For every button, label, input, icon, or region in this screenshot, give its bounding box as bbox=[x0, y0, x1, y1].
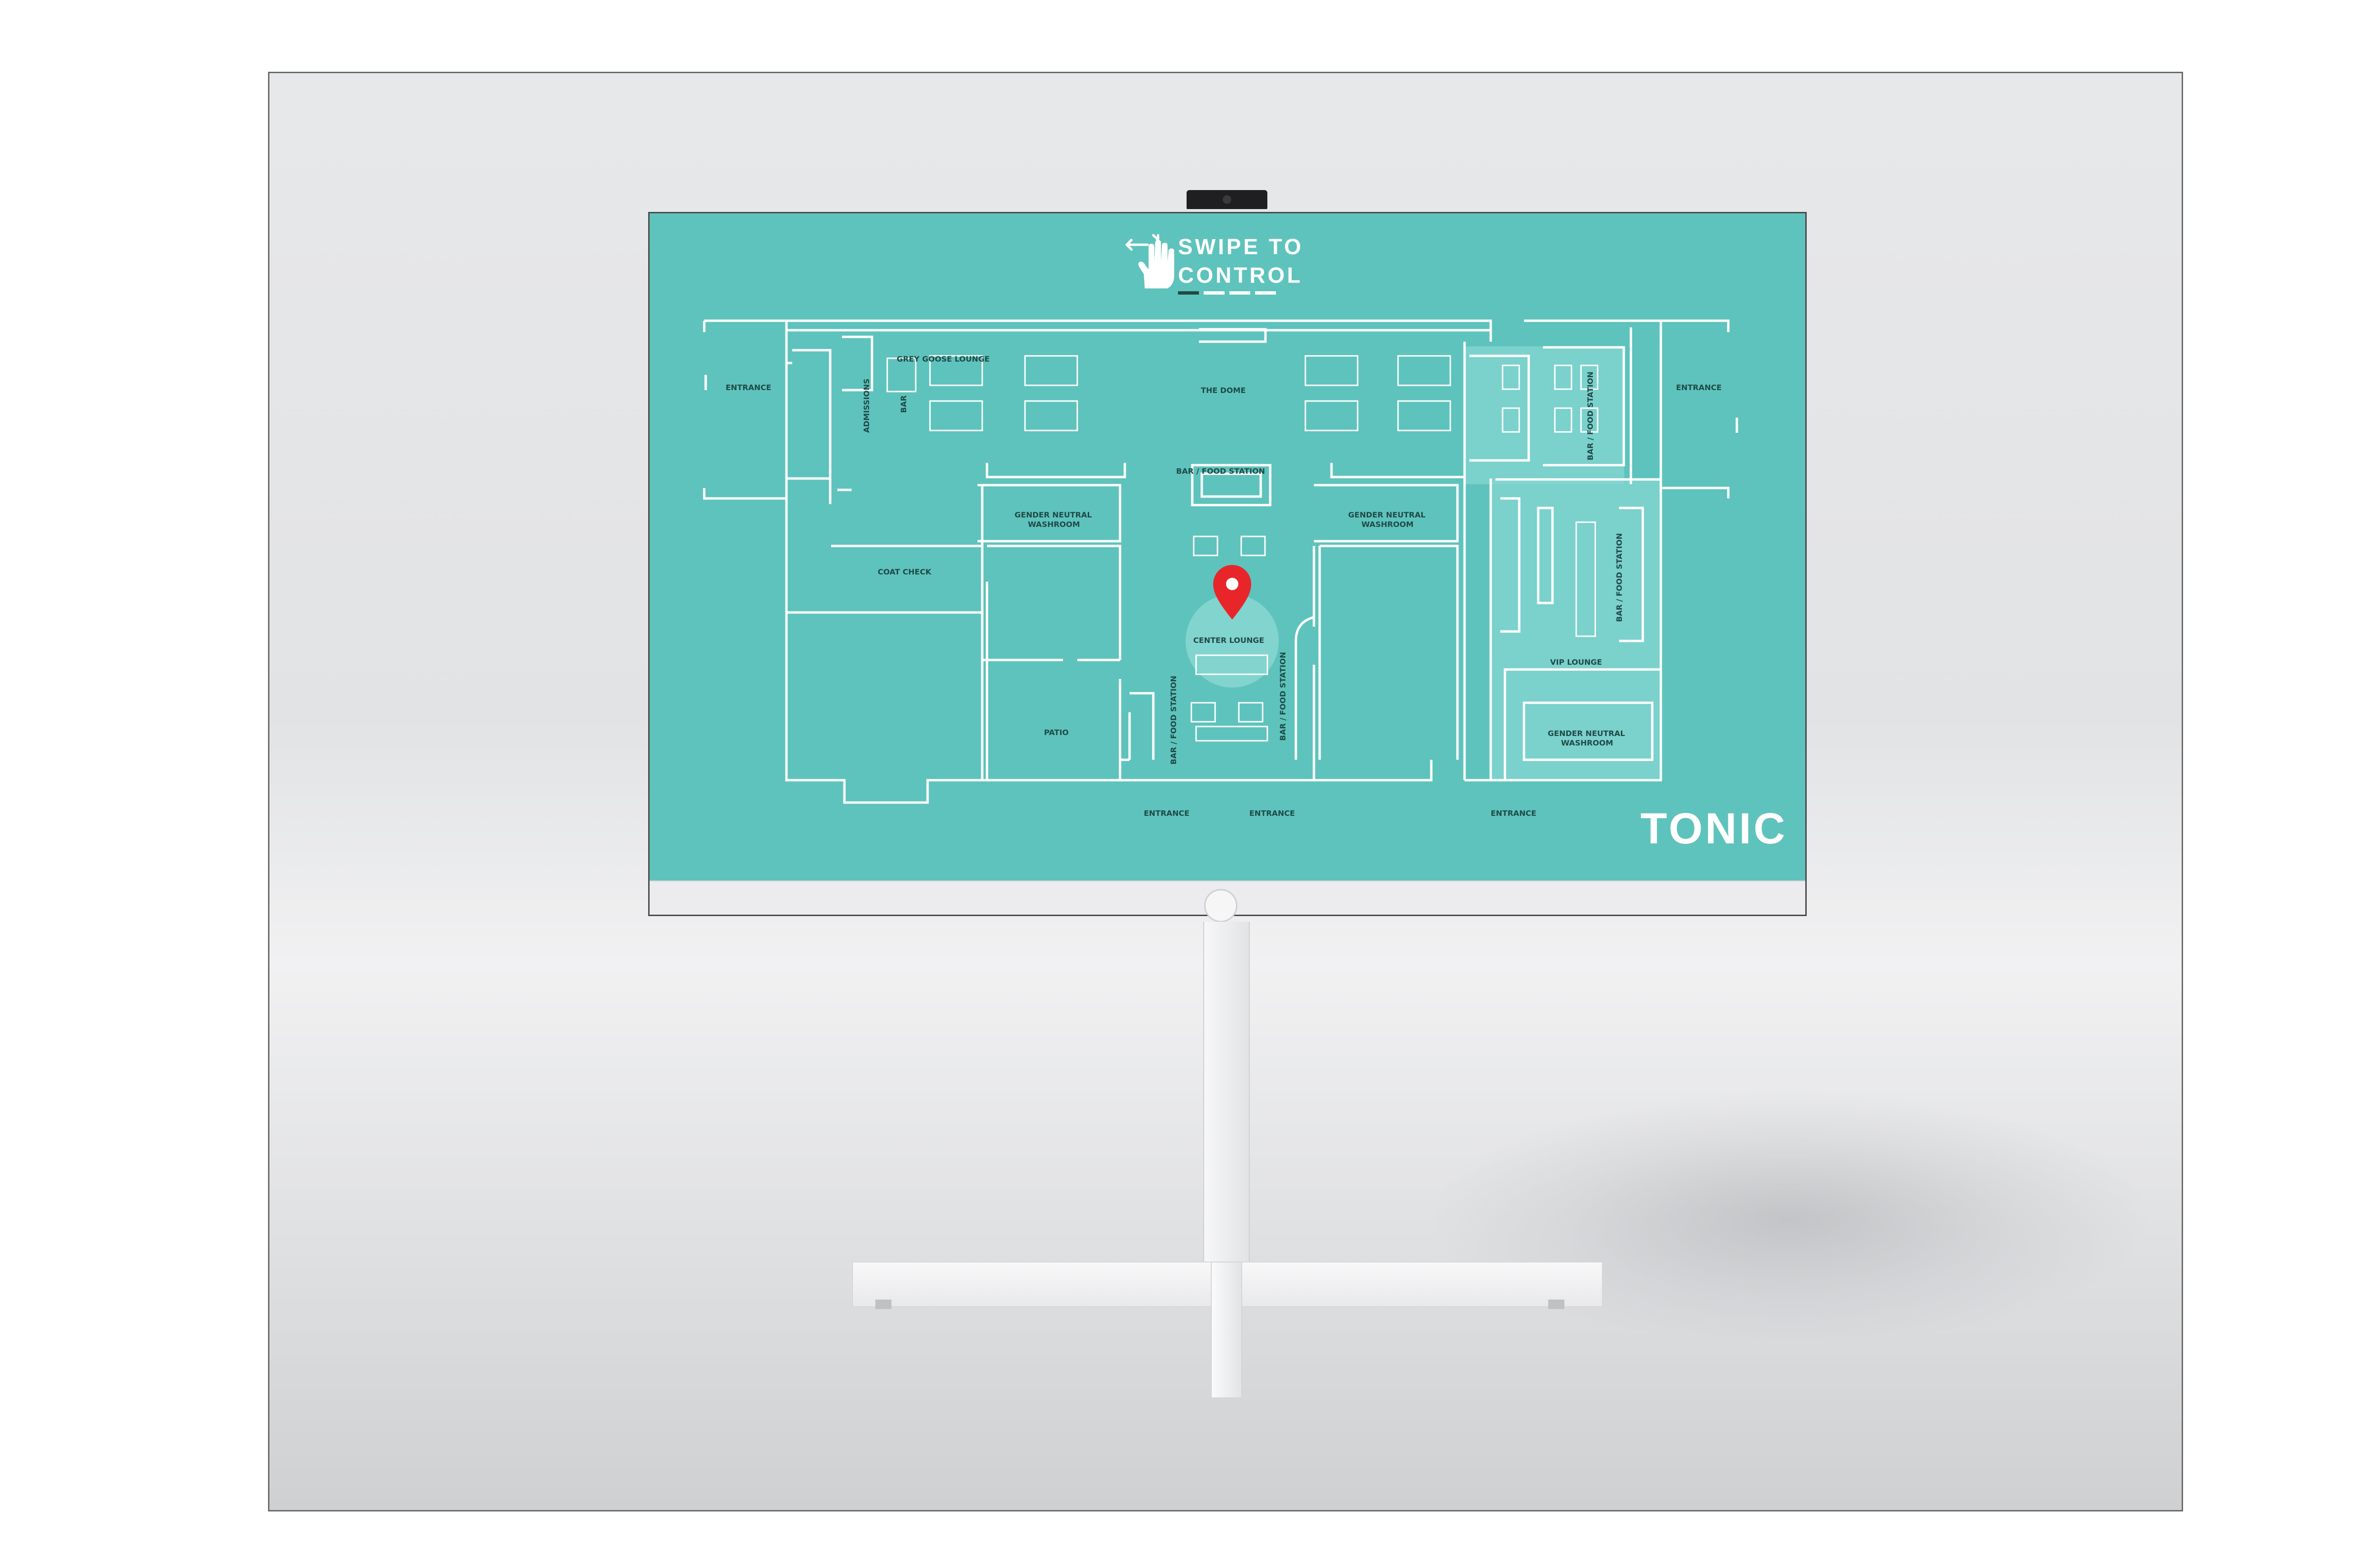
label-gn-washroom-vip-1: GENDER NEUTRAL bbox=[1548, 729, 1625, 738]
stand-base-leg bbox=[1211, 1262, 1242, 1398]
label-grey-goose-lounge: GREY GOOSE LOUNGE bbox=[897, 354, 990, 363]
label-entrance-bottom-2: ENTRANCE bbox=[1249, 809, 1295, 818]
label-admissions: ADMISSIONS bbox=[862, 379, 871, 433]
label-bar-food-station-center: BAR / FOOD STATION bbox=[1278, 652, 1287, 741]
label-vip-lounge: VIP LOUNGE bbox=[1550, 658, 1602, 667]
wayfinding-screen[interactable]: SWIPE TO CONTROL ENTRANCE ENTRANCE ENTRA… bbox=[650, 213, 1805, 880]
monitor-button[interactable] bbox=[1204, 889, 1237, 922]
label-bar: BAR bbox=[899, 395, 908, 413]
label-patio: PATIO bbox=[1044, 728, 1069, 737]
stand-pole bbox=[1203, 922, 1250, 1302]
display-monitor: SWIPE TO CONTROL ENTRANCE ENTRANCE ENTRA… bbox=[648, 212, 1807, 922]
label-center-lounge: CENTER LOUNGE bbox=[1193, 636, 1264, 645]
label-entrance-bottom-1: ENTRANCE bbox=[1144, 809, 1189, 818]
webcam-lens bbox=[1223, 195, 1231, 204]
label-bar-food-station-left: BAR / FOOD STATION bbox=[1169, 676, 1178, 765]
stand-foot-right bbox=[1548, 1300, 1564, 1309]
stand-foot-left bbox=[875, 1300, 891, 1309]
label-entrance-right: ENTRANCE bbox=[1676, 383, 1722, 392]
label-gn-washroom-right-2: WASHROOM bbox=[1361, 520, 1414, 529]
vip-zone-upper bbox=[1464, 346, 1624, 484]
label-gn-washroom-left-2: WASHROOM bbox=[1028, 520, 1080, 529]
label-entrance-bottom-3: ENTRANCE bbox=[1491, 809, 1536, 818]
label-coat-check: COAT CHECK bbox=[878, 567, 931, 576]
label-entrance-left: ENTRANCE bbox=[726, 383, 771, 392]
label-gn-washroom-vip-2: WASHROOM bbox=[1561, 738, 1613, 747]
label-bar-food-station-dome: BAR / FOOD STATION bbox=[1176, 467, 1265, 476]
floor-plan[interactable]: ENTRANCE ENTRANCE ENTRANCE ENTRANCE ENTR… bbox=[650, 213, 1805, 880]
brand-logo: TONIC bbox=[1640, 804, 1788, 853]
label-bar-food-station-upper-right: BAR / FOOD STATION bbox=[1586, 372, 1595, 460]
label-gn-washroom-left-1: GENDER NEUTRAL bbox=[1015, 510, 1092, 519]
label-the-dome: THE DOME bbox=[1201, 386, 1246, 395]
label-gn-washroom-right-1: GENDER NEUTRAL bbox=[1348, 510, 1426, 519]
label-bar-food-station-vip: BAR / FOOD STATION bbox=[1615, 533, 1624, 622]
webcam bbox=[1187, 190, 1267, 209]
